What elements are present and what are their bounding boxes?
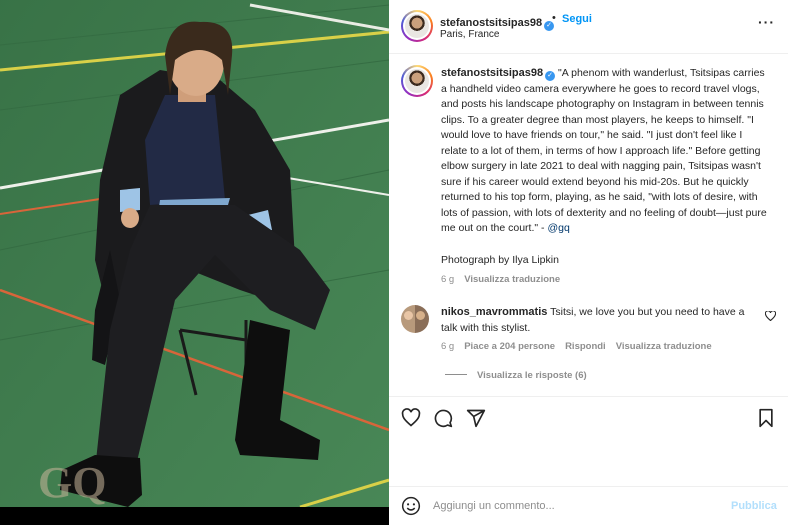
emoji-icon[interactable] bbox=[401, 496, 421, 516]
separator-dot: • bbox=[552, 12, 556, 24]
verified-badge-icon: ✓ bbox=[545, 71, 556, 81]
commenter-username[interactable]: nikos_mavrommatis bbox=[441, 306, 547, 318]
comments-section[interactable]: stefanostsitsipas98 ✓ "A phenom with wand… bbox=[389, 55, 788, 392]
post-header: stefanostsitsipas98 ✓ • Segui Paris, Fran… bbox=[389, 0, 788, 54]
comment-meta: 6 g Piace a 204 persone Rispondi Visualizza… bbox=[441, 341, 722, 352]
replies-line bbox=[445, 374, 467, 375]
caption-meta: 6 g Visualizza traduzione bbox=[441, 274, 570, 285]
author-avatar[interactable] bbox=[401, 10, 433, 42]
commenter-avatar[interactable] bbox=[401, 305, 429, 333]
comment-input[interactable] bbox=[433, 496, 723, 516]
post-location[interactable]: Paris, France bbox=[440, 29, 499, 40]
heart-icon[interactable] bbox=[401, 408, 421, 428]
post-photo: GQ bbox=[0, 0, 389, 507]
publish-button[interactable]: Pubblica bbox=[731, 500, 777, 512]
view-replies-button[interactable]: Visualizza le risposte (6) bbox=[445, 370, 587, 381]
caption-avatar[interactable] bbox=[401, 65, 433, 97]
add-comment-bar: Pubblica bbox=[389, 486, 788, 525]
comment-reply-button[interactable]: Rispondi bbox=[565, 341, 606, 352]
bookmark-icon[interactable] bbox=[757, 408, 775, 428]
caption-text: "A phenom with wanderlust, Tsitsipas car… bbox=[441, 67, 767, 234]
follow-button[interactable]: Segui bbox=[562, 13, 592, 25]
comment-likes-count[interactable]: Piace a 204 persone bbox=[464, 341, 555, 352]
comment-icon[interactable] bbox=[433, 408, 453, 428]
post-side-panel: stefanostsitsipas98 ✓ • Segui Paris, Fran… bbox=[389, 0, 788, 525]
comment-age[interactable]: 6 g bbox=[441, 341, 454, 352]
more-options-icon[interactable]: ··· bbox=[758, 14, 775, 30]
comment-translate-link[interactable]: Visualizza traduzione bbox=[616, 341, 712, 352]
author-username[interactable]: stefanostsitsipas98 bbox=[440, 17, 542, 29]
photo-illustration: GQ bbox=[0, 0, 389, 507]
caption-mention-link[interactable]: @gq bbox=[547, 222, 569, 234]
comment-body: nikos_mavrommatis Tsitsi, we love you bu… bbox=[441, 305, 759, 336]
caption-username[interactable]: stefanostsitsipas98 bbox=[441, 67, 543, 79]
media-bottom-bar bbox=[0, 507, 389, 525]
comment-like-heart-icon[interactable] bbox=[764, 310, 777, 324]
caption-age[interactable]: 6 g bbox=[441, 274, 454, 285]
share-icon[interactable] bbox=[466, 408, 486, 428]
view-replies-label: Visualizza le risposte (6) bbox=[477, 370, 587, 381]
post-actions-bar bbox=[389, 396, 788, 436]
photo-credit: Photograph by Ilya Lipkin bbox=[441, 254, 559, 266]
post-media: GQ bbox=[0, 0, 389, 525]
gq-watermark: GQ bbox=[38, 458, 106, 507]
caption-translate-link[interactable]: Visualizza traduzione bbox=[464, 274, 560, 285]
post-caption: stefanostsitsipas98 ✓ "A phenom with wand… bbox=[441, 66, 771, 237]
